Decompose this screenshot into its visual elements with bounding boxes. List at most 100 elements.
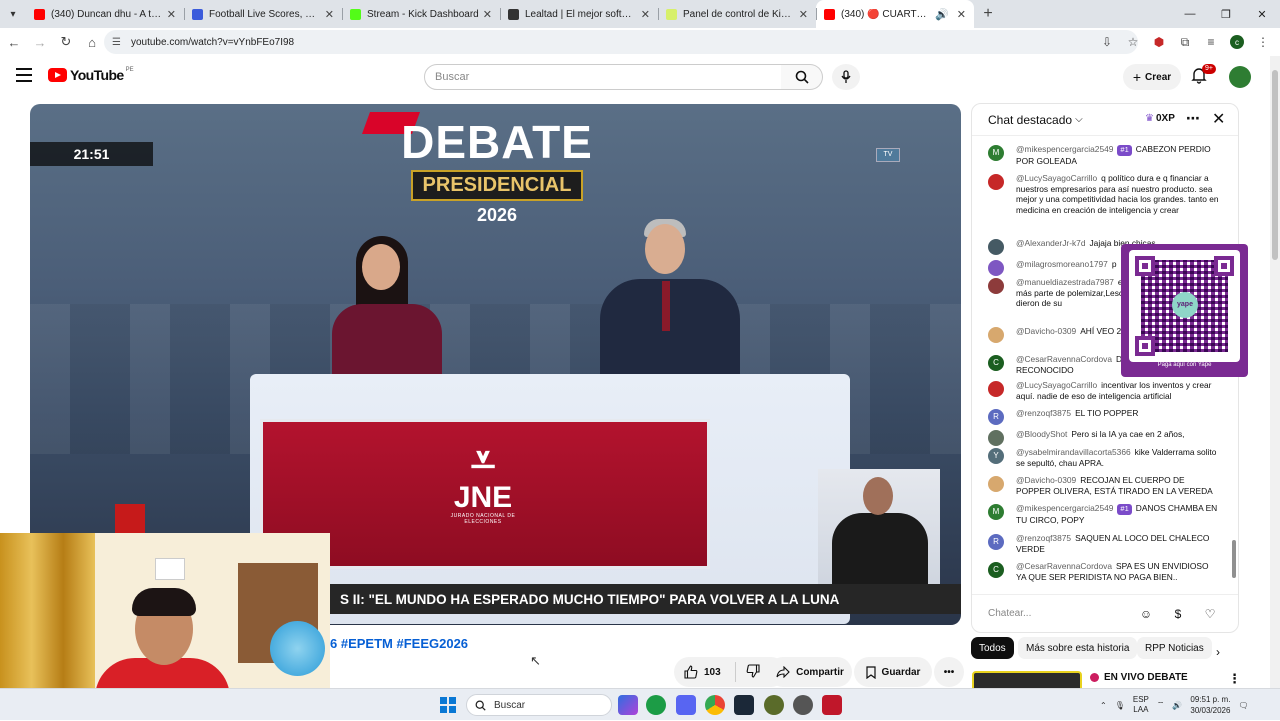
browser-tab[interactable]: Stream - Kick Dashboard ✕ bbox=[342, 0, 500, 28]
chat-avatar[interactable]: C bbox=[988, 562, 1004, 578]
save-button[interactable]: Guardar bbox=[854, 657, 932, 687]
close-tab-icon[interactable]: ✕ bbox=[325, 8, 334, 21]
chat-author[interactable]: @renzoqf3875 bbox=[1016, 408, 1071, 418]
chip-rpp[interactable]: RPP Noticias bbox=[1137, 637, 1212, 659]
install-app-icon[interactable]: ⇩ bbox=[1096, 30, 1118, 54]
chat-avatar[interactable] bbox=[988, 381, 1004, 397]
chat-message[interactable]: @Davicho-0309 RECOJAN EL CUERPO DE POPPER… bbox=[988, 475, 1220, 496]
chat-avatar[interactable] bbox=[988, 239, 1004, 255]
hashtag-links[interactable]: #EPETM #FEEG2026 bbox=[341, 636, 468, 651]
chat-author[interactable]: @Davicho-0309 bbox=[1016, 475, 1076, 485]
chat-mode-selector[interactable]: Chat destacado bbox=[988, 113, 1072, 127]
chat-avatar[interactable]: M bbox=[988, 504, 1004, 520]
chat-author[interactable]: @Davicho-0309 bbox=[1016, 326, 1076, 336]
youtube-logo[interactable]: YouTube PE bbox=[48, 67, 134, 83]
chat-avatar[interactable] bbox=[988, 278, 1004, 294]
minimize-icon[interactable]: — bbox=[1172, 0, 1208, 28]
chat-avatar[interactable]: R bbox=[988, 409, 1004, 425]
account-avatar[interactable] bbox=[1229, 66, 1251, 88]
page-scrollbar[interactable] bbox=[1270, 56, 1280, 688]
heart-icon[interactable]: ♡ bbox=[1202, 606, 1218, 622]
search-input[interactable]: Buscar bbox=[424, 64, 782, 90]
wifi-icon[interactable]: ⌔ bbox=[1157, 700, 1165, 710]
search-button[interactable] bbox=[781, 64, 823, 90]
chat-author[interactable]: @LucySayagoCarrillo bbox=[1016, 380, 1097, 390]
chat-author[interactable]: @CesarRavennaCordova bbox=[1016, 561, 1112, 571]
chat-message[interactable]: M @mikespencergarcia2549 #1 CABEZON PERDIO … bbox=[988, 144, 1220, 166]
forward-icon[interactable]: → bbox=[28, 30, 52, 54]
windows-start-icon[interactable] bbox=[440, 697, 456, 713]
steam-icon[interactable] bbox=[734, 695, 754, 715]
chip-more-story[interactable]: Más sobre esta historia bbox=[1018, 637, 1138, 659]
back-icon[interactable]: ← bbox=[2, 30, 26, 54]
chat-message[interactable]: M @mikespencergarcia2549 #1 DANOS CHAMBA EN… bbox=[988, 503, 1220, 525]
chat-avatar[interactable] bbox=[988, 476, 1004, 492]
chat-author[interactable]: @manueldiazestrada7987 bbox=[1016, 277, 1114, 287]
whatsapp-icon[interactable] bbox=[646, 695, 666, 715]
bookmark-star-icon[interactable]: ☆ bbox=[1122, 30, 1144, 54]
dislike-button[interactable] bbox=[736, 663, 760, 681]
clock[interactable]: 09:51 p. m. 30/03/2026 bbox=[1190, 694, 1230, 716]
chat-avatar[interactable]: Y bbox=[988, 448, 1004, 464]
new-tab-button[interactable]: + bbox=[974, 5, 1002, 23]
browser-tab[interactable]: Panel de control de KickBot ✕ bbox=[658, 0, 816, 28]
chat-avatar[interactable]: C bbox=[988, 355, 1004, 371]
chat-message[interactable]: C @CesarRavennaCordova SPA ES UN ENVIDIOSO… bbox=[988, 561, 1220, 582]
voice-search-button[interactable] bbox=[832, 64, 860, 90]
chat-avatar[interactable]: M bbox=[988, 145, 1004, 161]
share-button[interactable]: Compartir bbox=[768, 657, 852, 687]
profile-avatar[interactable]: c bbox=[1226, 30, 1248, 54]
tray-chevron-icon[interactable]: ⌃ bbox=[1100, 701, 1107, 710]
video-hashtags[interactable]: 6 #EPETM #FEEG2026 bbox=[330, 636, 468, 651]
extensions-puzzle-icon[interactable]: ⧉ bbox=[1174, 30, 1196, 54]
maximize-icon[interactable]: ❐ bbox=[1208, 0, 1244, 28]
chat-message[interactable]: @LucySayagoCarrillo q político dura e q f… bbox=[988, 173, 1220, 215]
app-red-icon[interactable] bbox=[822, 695, 842, 715]
chat-message[interactable]: R @renzoqf3875 EL TIO POPPER bbox=[988, 408, 1220, 425]
close-tab-icon[interactable]: ✕ bbox=[483, 8, 492, 21]
chat-more-icon[interactable]: ⋯ bbox=[1186, 110, 1200, 127]
chrome-icon[interactable] bbox=[705, 695, 725, 715]
media-queue-icon[interactable]: ≡ bbox=[1200, 30, 1222, 54]
hamburger-menu-icon[interactable] bbox=[16, 68, 32, 82]
browser-tab-active[interactable]: (340) 🔴 CUARTO DÍA DEL 🔊 ✕ bbox=[816, 0, 974, 28]
chat-input[interactable]: Chatear... bbox=[988, 603, 1128, 623]
chevron-right-icon[interactable]: › bbox=[1216, 645, 1220, 659]
chat-avatar[interactable]: R bbox=[988, 534, 1004, 550]
tray-mic-icon[interactable]: 🎙 bbox=[1115, 701, 1125, 710]
chat-message[interactable]: Y @ysabelmirandavillacorta5366 kike Valder… bbox=[988, 447, 1220, 468]
chat-avatar[interactable] bbox=[988, 327, 1004, 343]
like-button[interactable]: 103 bbox=[674, 662, 736, 682]
chat-author[interactable]: @AlexanderJr-k7d bbox=[1016, 238, 1085, 248]
browser-menu-icon[interactable]: ⋮ bbox=[1252, 30, 1274, 54]
tab-search-icon[interactable]: ▾ bbox=[0, 0, 26, 28]
close-window-icon[interactable]: ✕ bbox=[1244, 0, 1280, 28]
create-button[interactable]: + Crear bbox=[1123, 64, 1181, 90]
obs-icon[interactable] bbox=[793, 695, 813, 715]
chat-message[interactable]: @BloodyShot Pero si la IA ya cae en 2 año… bbox=[988, 429, 1220, 446]
chat-author[interactable]: @ysabelmirandavillacorta5366 bbox=[1016, 447, 1131, 457]
browser-tab[interactable]: Football Live Scores, Fixtures & ✕ bbox=[184, 0, 342, 28]
more-actions-button[interactable]: ••• bbox=[934, 657, 964, 687]
extension-icon[interactable]: ⬢ bbox=[1148, 30, 1170, 54]
chat-author[interactable]: @mikespencergarcia2549 bbox=[1016, 144, 1113, 154]
copilot-icon[interactable] bbox=[618, 695, 638, 715]
super-chat-icon[interactable]: $ bbox=[1170, 606, 1186, 622]
chip-todos[interactable]: Todos bbox=[971, 637, 1014, 659]
close-chat-icon[interactable]: ✕ bbox=[1212, 109, 1225, 129]
chat-avatar[interactable] bbox=[988, 260, 1004, 276]
recommended-title[interactable]: EN VIVO DEBATE bbox=[1090, 672, 1188, 683]
chat-author[interactable]: @CesarRavennaCordova bbox=[1016, 354, 1112, 364]
close-tab-icon[interactable]: ✕ bbox=[167, 8, 176, 21]
taskbar-search[interactable]: Buscar bbox=[466, 694, 612, 716]
volume-icon[interactable]: 🔊 bbox=[1172, 701, 1182, 710]
notification-center-icon[interactable]: 🗨 bbox=[1238, 701, 1248, 710]
channel-points[interactable]: ♛ 0XP bbox=[1145, 113, 1175, 124]
chat-author[interactable]: @milagrosmoreano1797 bbox=[1016, 259, 1108, 269]
chat-message[interactable]: @LucySayagoCarrillo incentivar los invent… bbox=[988, 380, 1220, 401]
emoji-icon[interactable]: ☺ bbox=[1138, 606, 1154, 622]
close-tab-icon[interactable]: ✕ bbox=[641, 8, 650, 21]
close-tab-icon[interactable]: ✕ bbox=[957, 8, 966, 21]
chat-author[interactable]: @LucySayagoCarrillo bbox=[1016, 173, 1097, 183]
chat-author[interactable]: @BloodyShot bbox=[1016, 429, 1067, 439]
